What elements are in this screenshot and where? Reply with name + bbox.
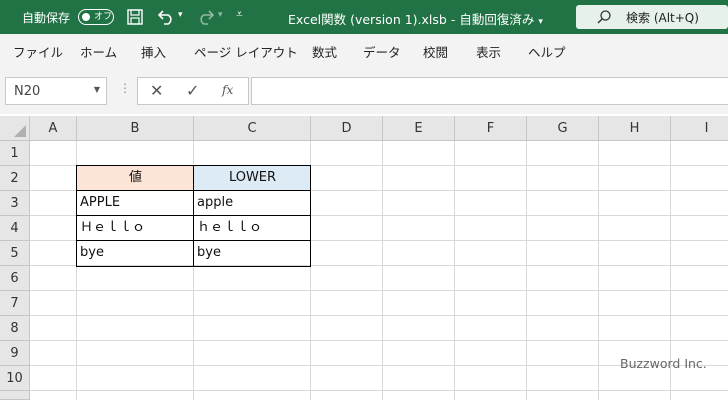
- row-header[interactable]: 4: [0, 216, 30, 241]
- redo-dropdown-icon[interactable]: ▾: [218, 10, 223, 20]
- row-header[interactable]: 9: [0, 341, 30, 366]
- name-box-value: N20: [14, 84, 41, 99]
- row-header[interactable]: 2: [0, 166, 30, 191]
- tab-formulas[interactable]: 数式: [312, 42, 337, 61]
- tab-view[interactable]: 表示: [476, 42, 501, 61]
- save-state: 自動回復済み: [459, 12, 535, 27]
- tab-page-layout[interactable]: ページ レイアウト: [194, 42, 298, 61]
- search-label: 検索 (Alt+Q): [626, 11, 699, 25]
- more-options-icon[interactable]: ⋮: [119, 81, 131, 95]
- autosave-label: 自動保存: [22, 11, 71, 25]
- column-header[interactable]: E: [383, 116, 455, 141]
- file-title: Excel関数 (version 1).xlsb: [288, 12, 447, 27]
- table-border: [193, 165, 194, 267]
- spreadsheet-grid[interactable]: A B C D E F G H I 1 2 3 4 5 6 7 8 9 10 値…: [0, 116, 728, 400]
- search-box[interactable]: 検索 (Alt+Q): [576, 5, 728, 29]
- window-title[interactable]: Excel関数 (version 1).xlsb - 自動回復済み ▾: [288, 9, 543, 28]
- formula-input[interactable]: [251, 77, 728, 105]
- title-bar: 自動保存 オフ ▾ ▾ ⩡ Excel関数 (version 1).xlsb -…: [0, 0, 728, 34]
- tab-insert[interactable]: 挿入: [141, 42, 166, 61]
- redo-icon[interactable]: [196, 8, 216, 26]
- undo-icon[interactable]: [156, 8, 176, 26]
- row-header[interactable]: 5: [0, 241, 30, 266]
- gridline: [526, 141, 527, 400]
- ribbon-tabs: ファイル ホーム 挿入 ページ レイアウト 数式 データ 校閲 表示 ヘルプ: [0, 34, 728, 66]
- autosave-toggle[interactable]: オフ: [78, 9, 114, 25]
- row-header[interactable]: 10: [0, 366, 30, 391]
- row-header[interactable]: 8: [0, 316, 30, 341]
- column-header[interactable]: G: [527, 116, 599, 141]
- select-all-icon: [14, 125, 26, 137]
- row-header[interactable]: [0, 391, 30, 400]
- chevron-down-icon: ▼: [93, 85, 100, 94]
- tab-help[interactable]: ヘルプ: [528, 42, 566, 61]
- undo-dropdown-icon[interactable]: ▾: [178, 10, 183, 20]
- save-icon[interactable]: [126, 8, 144, 26]
- row-header[interactable]: 1: [0, 141, 30, 166]
- column-header[interactable]: B: [77, 116, 194, 141]
- tab-review[interactable]: 校閲: [423, 42, 448, 61]
- insert-function-icon[interactable]: fx: [222, 83, 233, 97]
- select-all-button[interactable]: [0, 116, 30, 141]
- name-box[interactable]: N20 ▼: [5, 77, 107, 105]
- tab-home[interactable]: ホーム: [80, 42, 117, 61]
- column-header[interactable]: D: [311, 116, 383, 141]
- gridline: [382, 141, 383, 400]
- gridline: [30, 290, 728, 291]
- gridline: [454, 141, 455, 400]
- column-header[interactable]: F: [455, 116, 527, 141]
- column-header[interactable]: H: [599, 116, 671, 141]
- column-header[interactable]: I: [671, 116, 728, 141]
- cancel-icon[interactable]: ✕: [150, 81, 163, 100]
- chevron-down-icon: ▾: [538, 17, 543, 27]
- watermark: Buzzword Inc.: [620, 356, 707, 371]
- toggle-knob: [82, 13, 90, 21]
- tab-file[interactable]: ファイル: [13, 42, 63, 61]
- gridline: [598, 141, 599, 400]
- tab-data[interactable]: データ: [363, 42, 401, 61]
- autosave-state: オフ: [94, 12, 113, 22]
- formula-buttons: ✕ ✓ fx: [137, 77, 249, 105]
- row-header[interactable]: 6: [0, 266, 30, 291]
- row-header[interactable]: 7: [0, 291, 30, 316]
- column-header[interactable]: A: [30, 116, 77, 141]
- customize-quick-access-icon[interactable]: ⩡: [236, 7, 243, 22]
- enter-check-icon[interactable]: ✓: [186, 81, 199, 100]
- formula-bar: N20 ▼ ⋮ ✕ ✓ fx: [0, 66, 728, 114]
- gridline: [30, 315, 728, 316]
- column-header[interactable]: C: [194, 116, 311, 141]
- row-header[interactable]: 3: [0, 191, 30, 216]
- gridline: [30, 390, 728, 391]
- gridline: [30, 340, 728, 341]
- search-icon: [597, 10, 611, 24]
